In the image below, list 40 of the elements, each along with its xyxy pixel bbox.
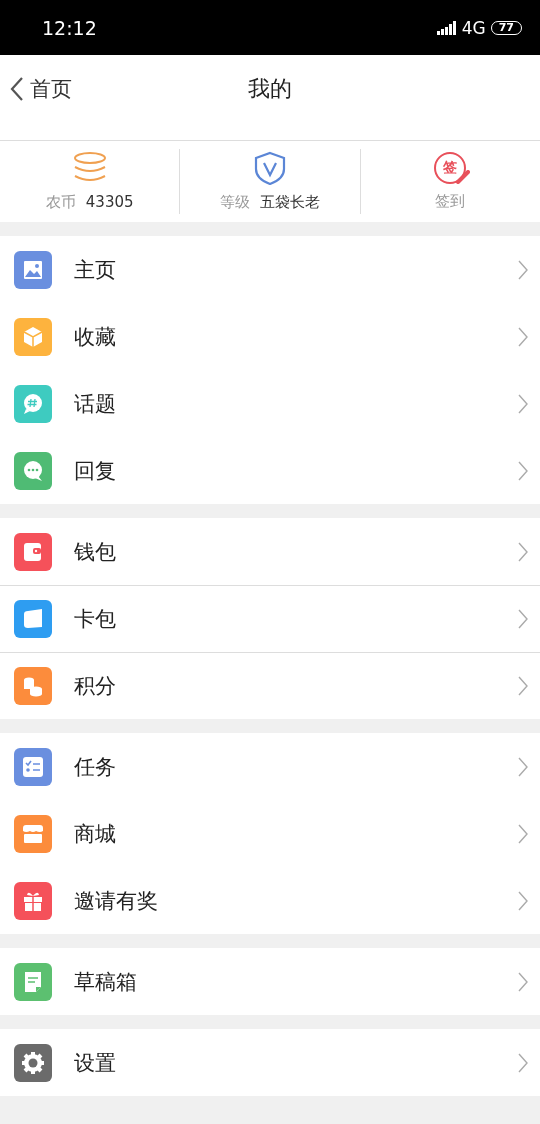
chevron-icon (518, 609, 528, 629)
chevron-icon (518, 756, 528, 777)
menu-item[interactable]: 钱包 (0, 518, 540, 585)
stat-item[interactable]: 等级 五袋长老 (179, 149, 360, 214)
stat-item[interactable]: 签 签到 (359, 149, 540, 214)
menu-item[interactable]: 设置 (0, 1029, 540, 1096)
network-label: 4G (461, 17, 486, 38)
menu-item[interactable]: 商城 (0, 800, 540, 867)
menu-item[interactable]: 邀请有奖 (0, 867, 540, 934)
stat-value: 五袋长老 (260, 193, 320, 212)
stat-label: 等级 (220, 193, 250, 212)
shield-icon (254, 151, 286, 185)
back-button[interactable]: 首页 (0, 74, 72, 103)
menu-item[interactable]: 任务 (0, 733, 540, 800)
chevron-icon (518, 259, 528, 280)
menu-item[interactable]: 话题 (0, 370, 540, 437)
menu-item[interactable]: 草稿箱 (0, 948, 540, 1015)
chevron-icon (518, 1052, 528, 1073)
page-title: 我的 (248, 74, 292, 103)
menu-item[interactable]: 积分 (0, 652, 540, 719)
menu-item[interactable]: 收藏 (0, 303, 540, 370)
clock-time: 12:12 (42, 16, 97, 39)
stat-label: 签到 (435, 192, 466, 211)
chevron-icon (518, 676, 528, 696)
back-chevron-icon (10, 75, 24, 102)
chevron-icon (518, 971, 528, 992)
chevron-icon (518, 393, 528, 414)
menu-item[interactable]: 回复 (0, 437, 540, 504)
chevron-icon (518, 326, 528, 347)
chevron-icon (518, 823, 528, 844)
menu-item[interactable]: 卡包 (0, 585, 540, 652)
menu-item[interactable]: 主页 (0, 236, 540, 303)
stat-item[interactable]: 农币 43305 (0, 149, 180, 214)
stat-label: 农币 (45, 193, 76, 212)
stat-value: 43305 (85, 193, 134, 212)
sign-in-icon: 签 (434, 152, 467, 184)
chevron-icon (518, 890, 528, 911)
signal-icon (436, 20, 457, 35)
chevron-icon (518, 541, 528, 562)
chevron-icon (518, 460, 528, 481)
